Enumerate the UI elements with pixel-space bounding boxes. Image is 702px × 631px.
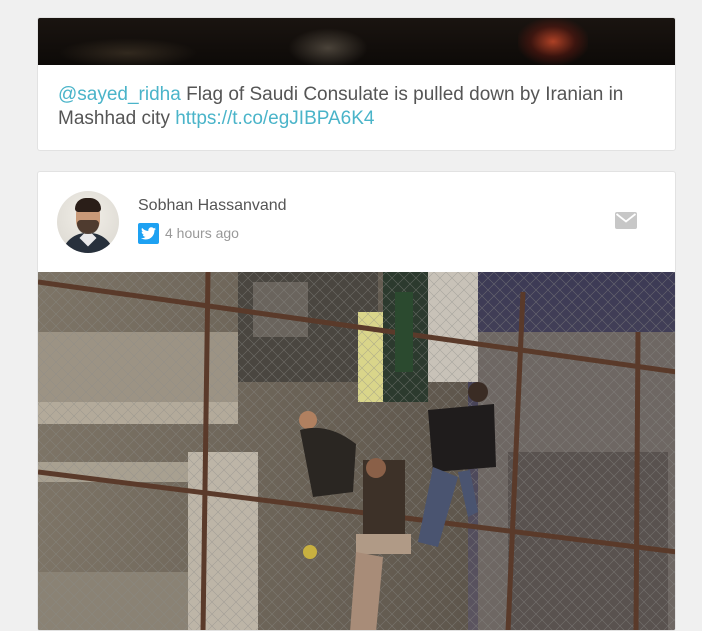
twitter-icon xyxy=(138,223,159,244)
tweet-url-link[interactable]: https://t.co/egJIBPA6K4 xyxy=(175,108,374,129)
tweet-text: @sayed_ridha Flag of Saudi Consulate is … xyxy=(58,83,658,131)
tweet-photo[interactable] xyxy=(38,272,675,630)
tweet-card-2: Sobhan Hassanvand 4 hours ago xyxy=(37,171,676,631)
author-name[interactable]: Sobhan Hassanvand xyxy=(138,197,287,215)
mail-icon[interactable] xyxy=(615,212,637,229)
timestamp[interactable]: 4 hours ago xyxy=(165,225,239,241)
avatar[interactable] xyxy=(57,191,119,253)
mention-link[interactable]: @sayed_ridha xyxy=(58,84,181,105)
tweet-image[interactable] xyxy=(38,18,675,65)
tweet-card-1: @sayed_ridha Flag of Saudi Consulate is … xyxy=(37,17,676,151)
